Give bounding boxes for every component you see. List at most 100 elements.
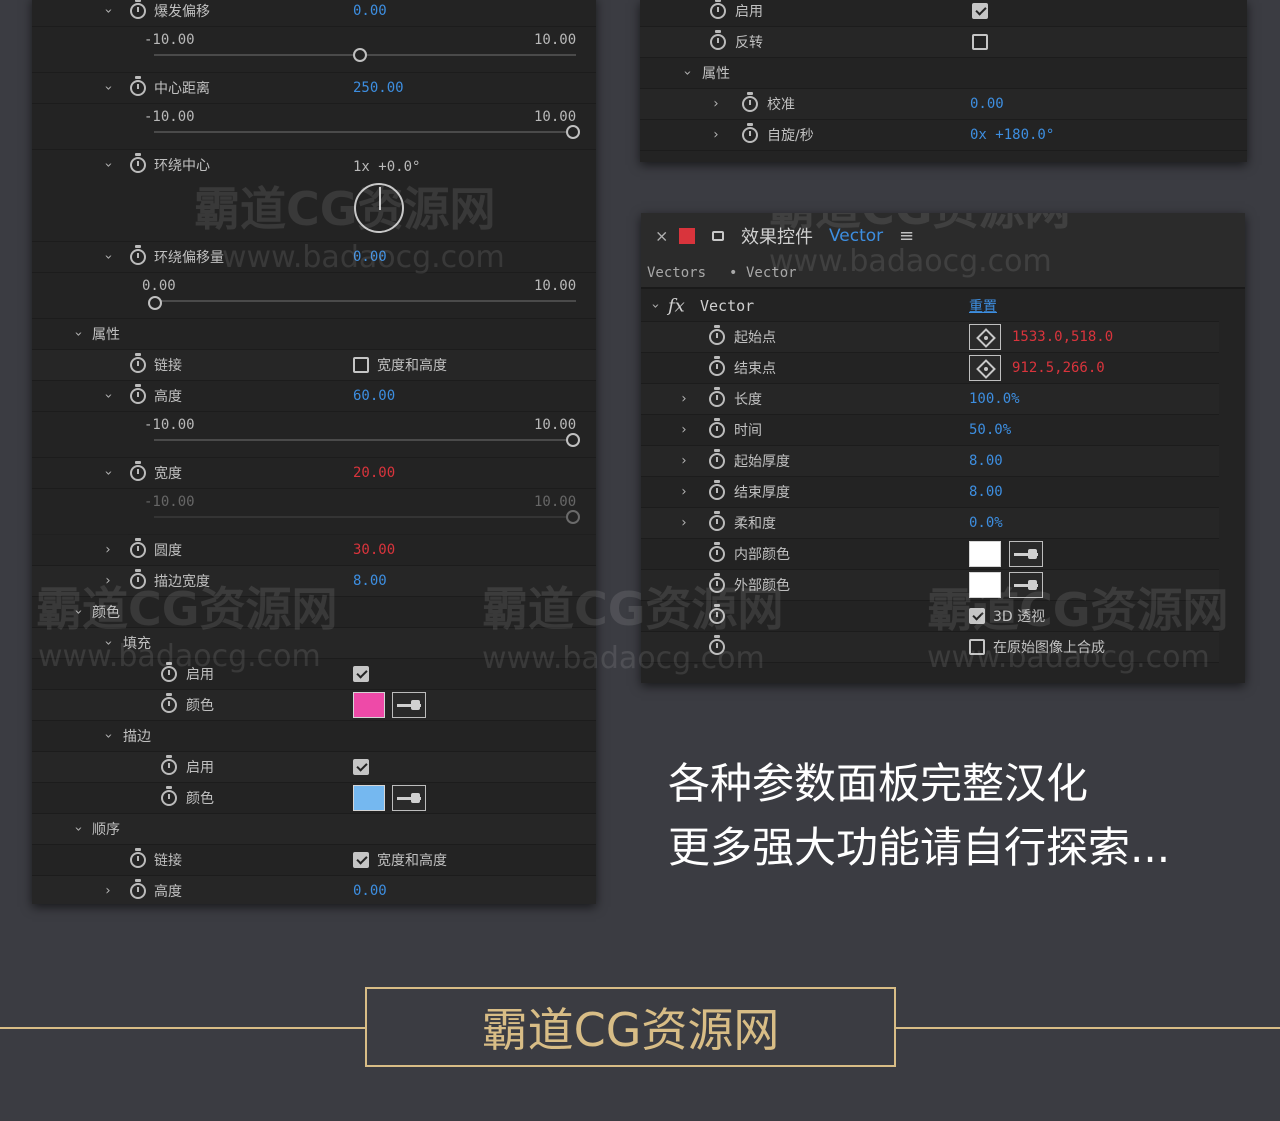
stopwatch-icon[interactable] [161,786,177,806]
prop-value[interactable]: 1533.0,518.0 [1012,329,1113,345]
stopwatch-icon[interactable] [709,573,725,593]
slider-knob[interactable] [566,125,580,139]
prop-value[interactable]: 0x +180.0° [970,127,1054,143]
prop-row[interactable]: 3D 透视 [641,601,1219,632]
stopwatch-icon[interactable] [130,0,146,19]
stopwatch-icon[interactable] [710,30,726,50]
chevron-right-icon[interactable]: › [102,884,114,899]
eyedropper-icon[interactable] [392,785,426,811]
reset-button[interactable]: 重置 [969,296,997,316]
prop-row[interactable]: › 结束厚度 8.00 [641,477,1219,508]
breadcrumb-comp[interactable]: Vectors [647,265,706,281]
stopwatch-icon[interactable] [130,879,146,899]
prop-row[interactable]: 启用 [640,0,1247,27]
prop-row[interactable]: › 描边宽度 8.00 [32,566,596,597]
group-row[interactable]: › 属性 [640,58,1247,89]
lock-icon[interactable] [712,231,724,241]
stopwatch-icon[interactable] [130,153,146,173]
group-row[interactable]: › 颜色 [32,597,596,628]
prop-row[interactable]: › 宽度 20.00 [32,458,596,489]
stopwatch-icon[interactable] [130,538,146,558]
chevron-down-icon[interactable]: › [101,390,116,402]
stopwatch-icon[interactable] [709,511,725,531]
prop-value[interactable]: 1x +0.0° [353,159,420,175]
prop-value[interactable]: 8.00 [353,573,387,589]
stopwatch-icon[interactable] [130,848,146,868]
breadcrumb-layer[interactable]: Vector [746,265,797,281]
eyedropper-icon[interactable] [392,692,426,718]
prop-value[interactable]: 60.00 [353,388,395,404]
slider-track[interactable] [154,131,576,133]
stroke-enable-checkbox[interactable] [353,759,369,775]
prop-value[interactable]: 8.00 [969,453,1003,469]
stopwatch-icon[interactable] [710,0,726,19]
prop-value[interactable]: 8.00 [969,484,1003,500]
stopwatch-icon[interactable] [130,384,146,404]
prop-row[interactable]: › 高度 0.00 [32,876,596,904]
prop-value[interactable]: 0.00 [353,249,387,265]
chevron-down-icon[interactable]: › [101,5,116,17]
chevron-down-icon[interactable]: › [680,67,695,79]
prop-row[interactable]: › 环绕偏移量 0.00 [32,242,596,273]
prop-value[interactable]: 0.00 [353,3,387,19]
chevron-right-icon[interactable]: › [678,516,690,531]
stopwatch-icon[interactable] [742,92,758,112]
eyedropper-icon[interactable] [1009,572,1043,598]
stopwatch-icon[interactable] [161,693,177,713]
prop-row[interactable]: › 爆发偏移 0.00 [32,0,596,27]
prop-row[interactable]: › 柔和度 0.0% [641,508,1219,539]
chevron-down-icon[interactable]: › [71,823,86,835]
stopwatch-icon[interactable] [161,662,177,682]
chevron-right-icon[interactable]: › [710,97,722,112]
prop-value[interactable]: 912.5,266.0 [1012,360,1105,376]
prop-value[interactable]: 250.00 [353,80,404,96]
chevron-right-icon[interactable]: › [710,128,722,143]
chevron-right-icon[interactable]: › [102,574,114,589]
chevron-down-icon[interactable]: › [101,730,116,742]
chevron-down-icon[interactable]: › [71,606,86,618]
angle-dial[interactable] [354,183,404,233]
link-checkbox[interactable] [353,852,369,868]
prop-row[interactable]: › 起始厚度 8.00 [641,446,1219,477]
stopwatch-icon[interactable] [709,418,725,438]
prop-value[interactable]: 0.0% [969,515,1003,531]
slider-track[interactable] [154,439,576,441]
prop-row[interactable]: 在原始图像上合成 [641,632,1219,663]
prop-row[interactable]: › 自旋/秒 0x +180.0° [640,120,1247,151]
group-row[interactable]: › 描边 [32,721,596,752]
prop-value[interactable]: 0.00 [970,96,1004,112]
stopwatch-icon[interactable] [709,325,725,345]
effect-row[interactable]: › fx Vector 重置 [641,291,1219,322]
stopwatch-icon[interactable] [709,542,725,562]
stopwatch-icon[interactable] [130,569,146,589]
stopwatch-icon[interactable] [130,76,146,96]
chevron-down-icon[interactable]: › [101,159,116,171]
composite-original-checkbox[interactable] [969,639,985,655]
prop-row[interactable]: › 校准 0.00 [640,89,1247,120]
stopwatch-icon[interactable] [709,387,725,407]
slider-knob[interactable] [353,48,367,62]
enable-checkbox[interactable] [972,3,988,19]
group-row[interactable]: › 顺序 [32,814,596,845]
prop-value[interactable]: 100.0% [969,391,1020,407]
prop-row[interactable]: › 时间 50.0% [641,415,1219,446]
stroke-color-swatch[interactable] [353,785,385,811]
prop-row[interactable]: › 长度 100.0% [641,384,1219,415]
perspective-checkbox[interactable] [969,608,985,624]
chevron-down-icon[interactable]: › [101,637,116,649]
stopwatch-icon[interactable] [709,356,725,376]
chevron-right-icon[interactable]: › [678,392,690,407]
prop-row[interactable]: 结束点 912.5,266.0 [641,353,1219,384]
crosshair-icon[interactable] [969,355,1001,381]
prop-row[interactable]: 链接 宽度和高度 [32,845,596,876]
stopwatch-icon[interactable] [161,755,177,775]
stopwatch-icon[interactable] [709,480,725,500]
prop-value[interactable]: 50.0% [969,422,1011,438]
fill-color-swatch[interactable] [353,692,385,718]
crosshair-icon[interactable] [969,324,1001,350]
chevron-down-icon[interactable]: › [101,251,116,263]
slider-knob[interactable] [566,510,580,524]
stopwatch-icon[interactable] [709,604,725,624]
chevron-down-icon[interactable]: › [101,467,116,479]
prop-row[interactable]: 内部颜色 [641,539,1219,570]
